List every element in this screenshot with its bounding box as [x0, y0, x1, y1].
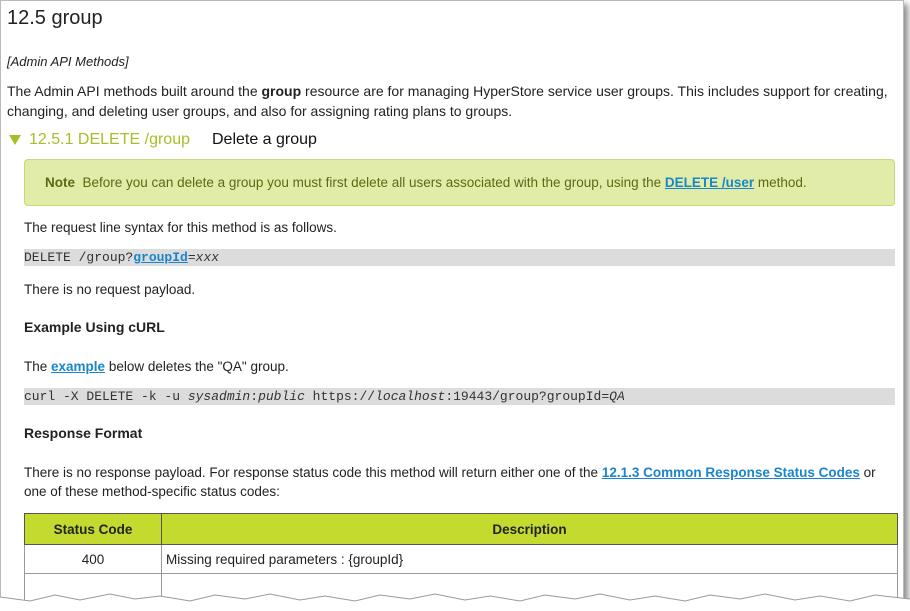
common-status-codes-link[interactable]: 12.1.3 Common Response Status Codes — [602, 465, 860, 480]
intro-text: The Admin API methods built around the — [7, 83, 262, 99]
example-text: The example below deletes the "QA" group… — [24, 357, 895, 376]
breadcrumb: [Admin API Methods] — [7, 54, 129, 69]
section-title: Delete a group — [211, 131, 317, 148]
code-text: DELETE /group? — [24, 250, 134, 265]
collapse-triangle-icon[interactable] — [9, 135, 21, 145]
torn-edge — [0, 593, 910, 611]
note-box: Note Before you can delete a group you m… — [24, 159, 895, 206]
example-text-post: below deletes the "QA" group. — [105, 359, 289, 374]
example-link[interactable]: example — [51, 359, 105, 374]
example-heading: Example Using cURL — [24, 319, 165, 335]
example-text-pre: The — [24, 359, 52, 374]
column-header-status: Status Code — [24, 513, 162, 545]
code-text: :19443/group?groupId= — [445, 389, 610, 404]
note-label: Note — [45, 175, 75, 190]
table-row: 400 Missing required parameters : {group… — [24, 544, 898, 574]
code-placeholder: xxx — [195, 250, 220, 265]
code-italic: QA — [609, 389, 625, 404]
code-italic: public — [258, 389, 305, 404]
column-header-description: Description — [161, 513, 898, 545]
description-cell: Missing required parameters : {groupId} — [161, 544, 898, 574]
code-text: curl -X DELETE -k -u — [24, 389, 188, 404]
note-text-rest: method. — [754, 175, 807, 190]
code-italic: localhost — [375, 389, 446, 404]
response-text: There is no response payload. For respon… — [24, 463, 895, 501]
page-title: 12.5 group — [7, 7, 103, 29]
curl-code: curl -X DELETE -k -u sysadmin:public htt… — [24, 388, 895, 405]
table-header-row: Status Code Description — [24, 513, 898, 545]
intro-bold: group — [261, 83, 302, 99]
syntax-code: DELETE /group?groupId=xxx — [24, 249, 895, 266]
note-text: Before you can delete a group you must f… — [82, 175, 665, 190]
response-heading: Response Format — [24, 425, 143, 441]
section-number[interactable]: 12.5.1 DELETE /group — [29, 131, 190, 149]
code-text: https:// — [304, 389, 376, 404]
delete-user-link[interactable]: DELETE /user — [665, 175, 754, 190]
section-header[interactable]: 12.5.1 DELETE /group Delete a group — [9, 131, 895, 149]
document-frame: 12.5 group [Admin API Methods] The Admin… — [0, 0, 904, 605]
response-text-pre: There is no response payload. For respon… — [24, 465, 602, 480]
code-text: = — [187, 250, 196, 265]
intro-paragraph: The Admin API methods built around the g… — [7, 81, 895, 121]
code-text: : — [250, 389, 259, 404]
groupid-link[interactable]: groupId — [133, 250, 188, 265]
code-italic: sysadmin — [187, 389, 251, 404]
syntax-intro: The request line syntax for this method … — [24, 220, 337, 235]
status-code-cell: 400 — [24, 544, 162, 574]
no-payload-text: There is no request payload. — [24, 282, 196, 297]
